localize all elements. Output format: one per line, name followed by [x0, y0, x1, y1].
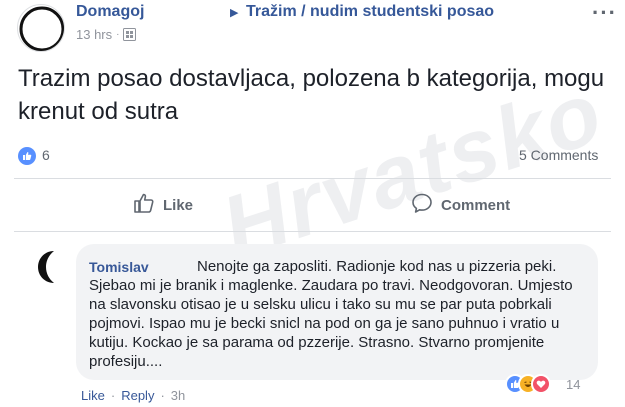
thumbs-up-icon: [133, 192, 155, 218]
comment-reaction-count[interactable]: 14: [566, 377, 580, 392]
comments-count-link[interactable]: 5 Comments: [519, 147, 598, 163]
post-meta: 13 hrs ·: [76, 27, 137, 42]
comment-text: Nenojte ga zaposliti. Radionje kod nas u…: [89, 258, 573, 370]
commenter-avatar[interactable]: [33, 248, 64, 286]
like-button[interactable]: Like: [133, 192, 193, 218]
meta-separator: ·: [116, 29, 120, 40]
comment-actions-separator: ·: [110, 388, 116, 403]
more-icon[interactable]: ···: [592, 0, 617, 26]
divider: [14, 231, 611, 232]
globe-icon: [123, 28, 137, 41]
group-arrow-icon: ▶: [230, 7, 239, 19]
divider: [14, 178, 611, 179]
comment-reply-link[interactable]: Reply: [121, 388, 154, 403]
love-reaction-icon: [531, 374, 551, 394]
commenter-name[interactable]: Tomislav: [89, 259, 149, 275]
comment-button[interactable]: Comment: [411, 192, 510, 218]
like-button-label: Like: [163, 196, 194, 214]
post-author-name[interactable]: Domagoj: [76, 3, 144, 21]
post-time[interactable]: 13 hrs: [76, 27, 112, 42]
post-author-avatar[interactable]: [17, 4, 65, 52]
comment-time[interactable]: 3h: [171, 388, 185, 403]
comment-actions: Like · Reply · 3h: [81, 388, 185, 403]
post-text: Trazim posao dostavljaca, polozena b kat…: [18, 65, 605, 125]
comment-button-label: Comment: [441, 196, 511, 214]
comment-icon: [411, 192, 433, 218]
like-reaction-icon[interactable]: [18, 147, 36, 165]
reaction-count[interactable]: 6: [42, 147, 50, 163]
comment-like-link[interactable]: Like: [81, 388, 105, 403]
comment-actions-separator: ·: [160, 388, 165, 403]
group-name-link[interactable]: Tražim / nudim studentski posao: [246, 3, 494, 21]
